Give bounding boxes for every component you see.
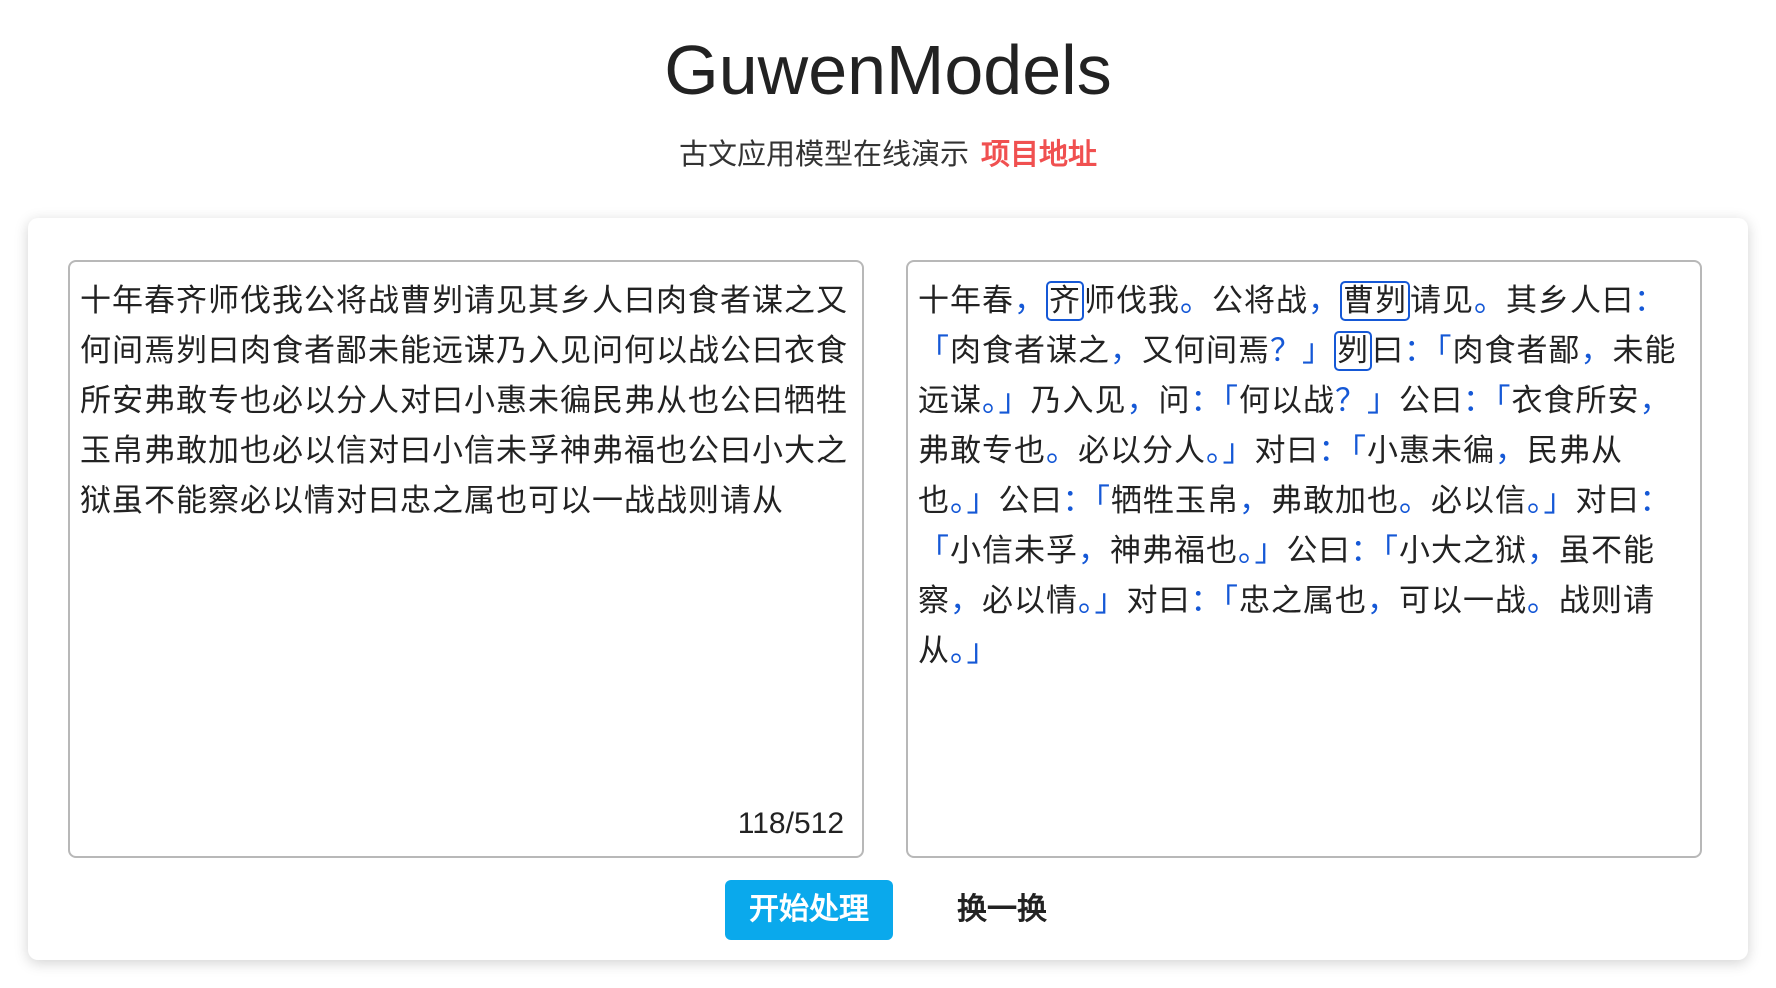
punctuation-mark: ？」 xyxy=(1335,383,1399,419)
output-text-segment: 何以战 xyxy=(1239,383,1335,419)
page-header: GuwenModels 古文应用模型在线演示 项目地址 xyxy=(0,30,1776,174)
page-subtitle: 古文应用模型在线演示 项目地址 xyxy=(0,134,1776,174)
output-text-segment: 必以分人 xyxy=(1078,433,1206,469)
punctuation-mark: 。 xyxy=(1046,433,1078,469)
punctuation-mark: 。 xyxy=(1399,483,1431,519)
punctuation-mark: 。」 xyxy=(950,483,999,519)
input-textarea[interactable]: 十年春齐师伐我公将战曹刿请见其乡人曰肉食者谋之又何间焉刿曰肉食者鄙未能远谋乃入见… xyxy=(68,260,864,858)
char-counter: 118/512 xyxy=(737,807,844,840)
output-text-segment: 公曰 xyxy=(1286,533,1351,569)
named-entity-highlight: 曹刿 xyxy=(1340,281,1410,321)
punctuation-mark: ， xyxy=(1308,283,1340,319)
output-text-segment: 小惠未徧 xyxy=(1367,433,1495,469)
output-text-segment: 可以一战 xyxy=(1399,583,1527,619)
punctuation-mark: ：「 xyxy=(1463,383,1512,419)
punctuation-mark: ：「 xyxy=(1404,333,1453,369)
punctuation-mark: ？」 xyxy=(1270,333,1334,369)
punctuation-mark: ：「 xyxy=(1190,583,1239,619)
swap-button[interactable]: 换一换 xyxy=(933,880,1071,940)
punctuation-mark: 。 xyxy=(1527,583,1559,619)
page-title: GuwenModels xyxy=(664,31,1112,109)
punctuation-mark: ， xyxy=(1014,283,1046,319)
output-text-segment: 小信未孚 xyxy=(950,533,1078,569)
output-text-segment: 师伐我 xyxy=(1084,283,1180,319)
punctuation-mark: ：「 xyxy=(1350,533,1399,569)
output-text-segment: 公曰 xyxy=(998,483,1063,519)
punctuation-mark: ， xyxy=(1580,333,1613,369)
output-text-segment: 对曰 xyxy=(1254,433,1319,469)
action-bar: 开始处理 换一换 xyxy=(28,880,1748,940)
output-text-segment: 公将战 xyxy=(1212,283,1308,319)
output-text-segment: 忠之属也 xyxy=(1239,583,1367,619)
output-text-segment: 小大之狱 xyxy=(1399,533,1527,569)
punctuation-mark: 。」 xyxy=(950,633,999,669)
start-button[interactable]: 开始处理 xyxy=(725,880,893,940)
output-text-segment: 曰 xyxy=(1372,333,1404,369)
output-text-segment: 弗敢专也 xyxy=(918,433,1046,469)
punctuation-mark: 。」 xyxy=(982,383,1031,419)
punctuation-mark: ：「 xyxy=(1190,383,1239,419)
project-link[interactable]: 项目地址 xyxy=(981,137,1097,171)
output-text-segment: 对曰 xyxy=(1126,583,1191,619)
punctuation-mark: 。」 xyxy=(1206,433,1255,469)
output-text-segment: 必以情 xyxy=(982,583,1078,619)
punctuation-mark: 。」 xyxy=(1238,533,1287,569)
punctuation-mark: ， xyxy=(1239,483,1271,519)
output-text-segment: 衣食所安 xyxy=(1511,383,1640,419)
demo-card: 十年春齐师伐我公将战曹刿请见其乡人曰肉食者谋之又何间焉刿曰肉食者鄙未能远谋乃入见… xyxy=(28,218,1748,960)
output-text-segment: 其乡人曰 xyxy=(1506,283,1634,319)
punctuation-mark: 。 xyxy=(1180,283,1212,319)
named-entity-highlight: 刿 xyxy=(1334,331,1372,371)
output-text-segment: 十年春 xyxy=(918,283,1014,319)
output-text-segment: 弗敢加也 xyxy=(1271,483,1399,519)
output-text-segment: 请见 xyxy=(1410,283,1474,319)
punctuation-mark: ， xyxy=(950,583,982,619)
punctuation-mark: ， xyxy=(1367,583,1399,619)
punctuation-mark: ， xyxy=(1126,383,1159,419)
punctuation-mark: ， xyxy=(1078,533,1110,569)
punctuation-mark: ：「 xyxy=(1318,433,1367,469)
punctuation-mark: ， xyxy=(1639,383,1672,419)
punctuation-mark: 。」 xyxy=(1078,583,1127,619)
punctuation-mark: ：「 xyxy=(1062,483,1111,519)
punctuation-mark: ， xyxy=(1495,433,1527,469)
subtitle-text: 古文应用模型在线演示 xyxy=(678,137,969,171)
input-text: 十年春齐师伐我公将战曹刿请见其乡人曰肉食者谋之又何间焉刿曰肉食者鄙未能远谋乃入见… xyxy=(80,283,848,519)
output-text-segment: 神弗福也 xyxy=(1110,533,1238,569)
output-text-segment: 乃入见 xyxy=(1030,383,1127,419)
output-text-segment: 肉食者谋之 xyxy=(950,333,1110,369)
output-text-segment: 必以信 xyxy=(1431,483,1527,519)
punctuation-mark: ， xyxy=(1527,533,1559,569)
punctuation-mark: 。」 xyxy=(1527,483,1576,519)
output-text-segment: 又何间焉 xyxy=(1142,333,1270,369)
output-text-segment: 问 xyxy=(1158,383,1191,419)
output-panel: 十年春，齐师伐我。公将战，曹刿请见。其乡人曰：「肉食者谋之，又何间焉？」刿曰：「… xyxy=(906,260,1702,858)
output-text-segment: 肉食者鄙 xyxy=(1452,333,1581,369)
output-text-segment: 牺牲玉帛 xyxy=(1111,483,1239,519)
output-text-segment: 对曰 xyxy=(1575,483,1640,519)
punctuation-mark: 。 xyxy=(1474,283,1506,319)
named-entity-highlight: 齐 xyxy=(1046,281,1084,321)
punctuation-mark: ， xyxy=(1110,333,1142,369)
output-text-segment: 公曰 xyxy=(1399,383,1463,419)
